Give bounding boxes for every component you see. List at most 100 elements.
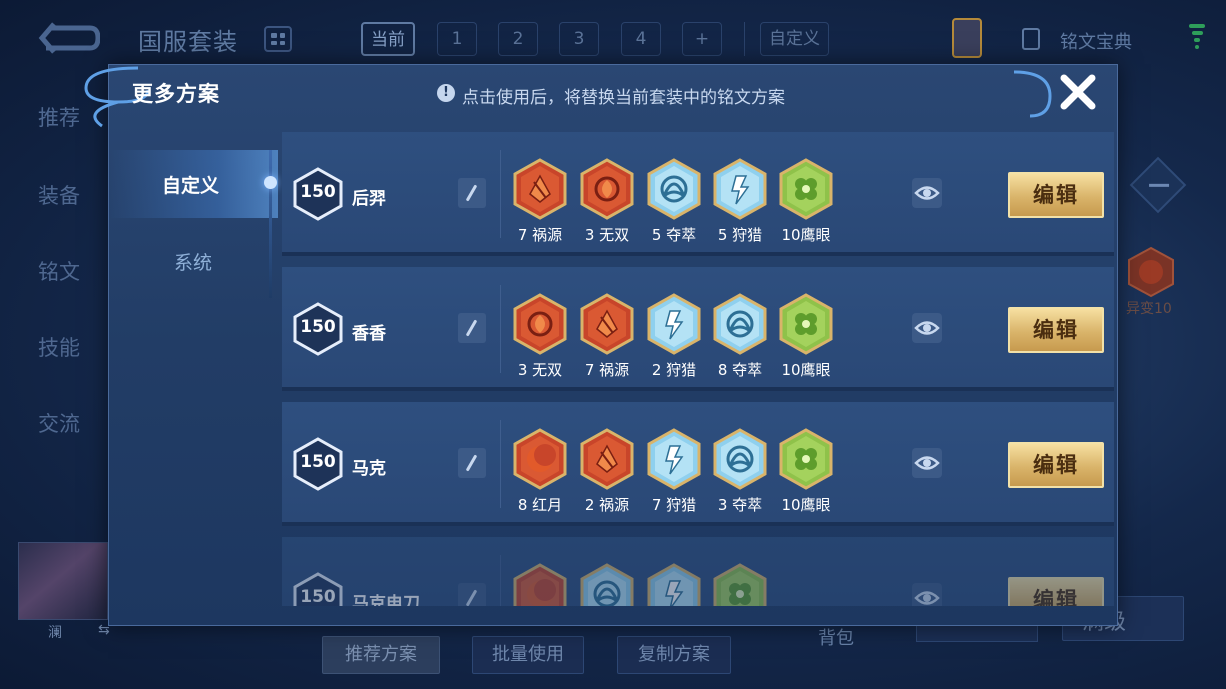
rune-red-moon-icon[interactable]	[512, 563, 568, 606]
rune-red-gem-icon[interactable]	[512, 158, 568, 220]
rune-count-label: 3 无双	[517, 361, 563, 379]
back-arrow-icon[interactable]	[38, 22, 100, 54]
rune-count-label: 5 狩猎	[717, 226, 763, 244]
rune-blue-bolt-icon[interactable]	[646, 428, 702, 490]
row-divider	[500, 420, 501, 508]
rune-count-label: 5 夺萃	[651, 226, 697, 244]
rune-blue-knot-icon[interactable]	[646, 158, 702, 220]
rune-count-label: 7 祸源	[584, 361, 630, 379]
rune-count-label: 8 夺萃	[717, 361, 763, 379]
modal-title: 更多方案	[132, 82, 220, 106]
rename-pencil-icon[interactable]	[458, 448, 486, 478]
rune-blue-knot-icon[interactable]	[712, 428, 768, 490]
side-nav-equipment[interactable]: 装备	[38, 180, 80, 210]
rename-pencil-icon[interactable]	[458, 313, 486, 343]
row-divider	[500, 285, 501, 373]
edit-button[interactable]: 编辑	[1008, 442, 1104, 488]
edit-button[interactable]: 编辑	[1008, 577, 1104, 606]
rune-red-swirl-icon[interactable]	[512, 293, 568, 355]
rune-count-label: 7 祸源	[517, 226, 563, 244]
eye-icon[interactable]	[912, 178, 942, 208]
rune-green-clover-icon[interactable]	[778, 428, 834, 490]
row-divider	[500, 555, 501, 606]
plan-level: 150	[300, 317, 336, 337]
rune-blue-bolt-icon[interactable]	[646, 563, 702, 606]
eye-icon[interactable]	[912, 583, 942, 606]
close-icon[interactable]	[1058, 72, 1098, 112]
side-nav-skills[interactable]: 技能	[38, 332, 80, 362]
rune-blue-knot-icon[interactable]	[579, 563, 635, 606]
rune-blue-knot-icon[interactable]	[712, 293, 768, 355]
info-text: 点击使用后，将替换当前套装中的铭文方案	[462, 88, 785, 108]
tab-preset-2[interactable]: 2	[498, 22, 538, 56]
tab-preset-1[interactable]: 1	[437, 22, 477, 56]
edit-button[interactable]: 编辑	[1008, 307, 1104, 353]
rune-count-label: 8 红月	[517, 496, 563, 514]
book-icon[interactable]	[1022, 28, 1040, 50]
plan-level: 150	[300, 182, 336, 202]
wifi-icon	[1188, 24, 1206, 52]
rune-count-label: 10鹰眼	[781, 226, 831, 244]
plan-level: 150	[300, 587, 336, 606]
rune-green-clover-icon[interactable]	[778, 293, 834, 355]
row-divider	[500, 150, 501, 238]
tab-preset-4[interactable]: 4	[621, 22, 661, 56]
active-tab-indicator	[264, 176, 277, 189]
hero-avatar[interactable]	[18, 542, 108, 620]
info-icon: !	[437, 84, 455, 102]
batch-use-button[interactable]: 批量使用	[472, 636, 584, 674]
rename-pencil-icon[interactable]	[458, 178, 486, 208]
rune-red-moon-icon[interactable]	[512, 428, 568, 490]
rune-red-swirl-icon[interactable]	[579, 158, 635, 220]
tab-current[interactable]: 当前	[361, 22, 415, 56]
bag-label[interactable]: 背包	[818, 624, 854, 650]
rename-pencil-icon[interactable]	[458, 583, 486, 606]
side-nav-runes[interactable]: 铭文	[38, 256, 80, 286]
eye-icon[interactable]	[912, 313, 942, 343]
tab-divider	[269, 150, 272, 298]
plan-row[interactable]: 150 香香 3 无双 7 祸源 2 狩猎 8 夺萃 10鹰眼 编辑	[282, 267, 1114, 391]
edit-button[interactable]: 编辑	[1008, 172, 1104, 218]
plan-hero-name: 后羿	[352, 189, 386, 209]
tab-add-preset[interactable]: +	[682, 22, 722, 56]
rune-count-label: 2 狩猎	[651, 361, 697, 379]
rune-blue-bolt-icon[interactable]	[646, 293, 702, 355]
rune-count-label: 3 夺萃	[717, 496, 763, 514]
plan-hero-name: 香香	[352, 324, 386, 344]
plan-row[interactable]: 150 马克电刀 编辑	[282, 537, 1114, 606]
rune-book-label[interactable]: 铭文宝典	[1060, 28, 1132, 54]
page-title: 国服套装	[138, 28, 238, 56]
rune-red-gem-icon[interactable]	[579, 428, 635, 490]
side-nav-community[interactable]: 交流	[38, 408, 80, 438]
recommended-plans-button[interactable]: 推荐方案	[322, 636, 440, 674]
plan-row[interactable]: 150 马克 8 红月 2 祸源 7 狩猎 3 夺萃 10鹰眼 编辑	[282, 402, 1114, 526]
rune-count-label: 10鹰眼	[781, 361, 831, 379]
tab-preset-3[interactable]: 3	[559, 22, 599, 56]
grid-icon[interactable]	[264, 26, 292, 52]
rune-green-clover-icon[interactable]	[712, 563, 768, 606]
plan-hero-name: 马克电刀	[352, 594, 420, 606]
rune-red-gem-icon[interactable]	[579, 293, 635, 355]
plan-row[interactable]: 150 后羿 7 祸源 3 无双 5 夺萃 5 狩猎 10鹰眼 编辑	[282, 132, 1114, 256]
menu-icon[interactable]	[1129, 156, 1187, 214]
mutation-rune-label: 异变10	[1126, 301, 1172, 317]
rune-count-label: 7 狩猎	[651, 496, 697, 514]
copy-plan-button[interactable]: 复制方案	[617, 636, 731, 674]
hero-name: 澜	[48, 625, 62, 641]
plan-level: 150	[300, 452, 336, 472]
plan-hero-name: 马克	[352, 459, 386, 479]
tab-divider	[744, 22, 745, 56]
rune-blue-bolt-icon[interactable]	[712, 158, 768, 220]
rune-count-label: 10鹰眼	[781, 496, 831, 514]
rune-green-clover-icon[interactable]	[778, 158, 834, 220]
tab-custom[interactable]: 自定义	[162, 171, 219, 198]
tab-custom[interactable]: 自定义	[760, 22, 829, 56]
rune-count-label: 2 祸源	[584, 496, 630, 514]
side-nav-recommend[interactable]: 推荐	[38, 102, 80, 132]
tab-system[interactable]: 系统	[174, 248, 212, 275]
mutation-rune-icon[interactable]	[1126, 246, 1176, 298]
rune-book-icon[interactable]	[952, 18, 982, 58]
plan-list[interactable]: 150 后羿 7 祸源 3 无双 5 夺萃 5 狩猎 10鹰眼 编辑 150 香香 3 无双 7 祸源…	[282, 132, 1114, 606]
eye-icon[interactable]	[912, 448, 942, 478]
rune-count-label: 3 无双	[584, 226, 630, 244]
